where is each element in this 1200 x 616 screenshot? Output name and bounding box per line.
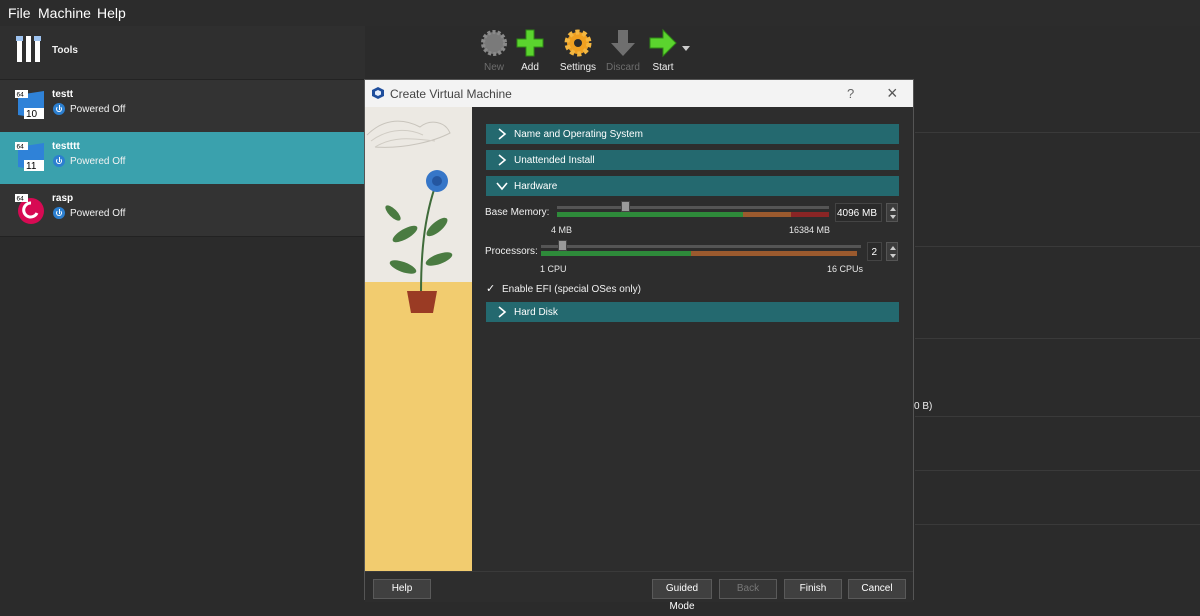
section-label: Unattended Install: [514, 155, 595, 166]
vm-item-testt[interactable]: 64 10 testt Powered Off: [0, 80, 365, 133]
vm-name: testttt: [52, 141, 80, 152]
illustration-floor: [365, 282, 472, 571]
chevron-right-icon: [498, 128, 507, 140]
start-button[interactable]: Start: [638, 26, 688, 73]
virtualbox-icon: [372, 87, 384, 99]
chevron-right-icon: [498, 306, 507, 318]
section-unattended[interactable]: Unattended Install: [486, 150, 899, 170]
processors-scale-safe: [541, 251, 691, 256]
svg-text:11: 11: [26, 161, 37, 172]
start-label: Start: [652, 62, 674, 73]
efi-label: Enable EFI (special OSes only): [502, 284, 641, 295]
chevron-down-icon: [496, 182, 508, 191]
processors-slider-handle[interactable]: [558, 240, 568, 251]
vm-name: testt: [52, 89, 74, 100]
guided-mode-button[interactable]: Guided Mode: [652, 579, 712, 612]
dialog-button-bar: Help Guided Mode Back Finish Cancel: [365, 571, 913, 612]
add-icon: [516, 29, 544, 57]
gear-icon: [564, 29, 592, 57]
memory-value-field[interactable]: 4096 MB: [835, 203, 882, 222]
memory-scale-warn: [743, 212, 791, 217]
power-off-icon: [53, 207, 65, 219]
section-label: Name and Operating System: [514, 129, 643, 140]
section-label: Hardware: [514, 181, 558, 192]
settings-label: Settings: [559, 62, 597, 73]
power-off-icon: [53, 103, 65, 115]
potted-flower-icon: [385, 170, 453, 313]
back-button[interactable]: Back: [719, 579, 777, 599]
details-pane: [915, 79, 1200, 600]
menu-file[interactable]: File: [8, 5, 31, 21]
processors-max-label: 16 CPUs: [827, 264, 864, 274]
svg-text:64: 64: [17, 92, 25, 99]
memory-slider-handle[interactable]: [621, 201, 630, 212]
base-memory-label: Base Memory:: [485, 207, 550, 218]
tools-label: Tools: [52, 45, 78, 56]
processors-spinner[interactable]: [886, 242, 898, 261]
close-icon[interactable]: ×: [887, 83, 898, 104]
dialog-titlebar: Create Virtual Machine ? ×: [365, 80, 913, 107]
power-off-icon: [53, 155, 65, 167]
vm-list-pane: Tools 64 10 testt Powered Off 64 11 test…: [0, 26, 365, 600]
arrow-right-icon: [649, 28, 677, 58]
windows-11-icon: 64 11: [15, 142, 44, 172]
add-label: Add: [521, 62, 539, 73]
processors-slider-track[interactable]: [541, 245, 861, 248]
memory-slider-track[interactable]: [557, 206, 829, 209]
vm-item-testttt[interactable]: 64 11 testttt Powered Off: [0, 132, 365, 185]
svg-text:64: 64: [17, 196, 25, 203]
main-toolbar: New Add Settings Discard Start: [472, 26, 702, 76]
vm-state: Powered Off: [70, 104, 126, 115]
dialog-title: Create Virtual Machine: [390, 87, 512, 101]
finish-button[interactable]: Finish: [784, 579, 842, 599]
memory-scale-danger: [791, 212, 829, 217]
divider: [915, 416, 1200, 417]
add-button[interactable]: Add: [505, 26, 555, 73]
divider: [915, 246, 1200, 247]
section-name-os[interactable]: Name and Operating System: [486, 124, 899, 144]
settings-button[interactable]: Settings: [553, 26, 603, 73]
tools-item[interactable]: Tools: [0, 26, 365, 80]
divider: [915, 338, 1200, 339]
memory-max-label: 16384 MB: [789, 225, 831, 235]
section-hard-disk[interactable]: Hard Disk: [486, 302, 899, 322]
processors-value-field[interactable]: 2: [867, 242, 882, 261]
vm-item-rasp[interactable]: 64 rasp Powered Off: [0, 184, 365, 237]
chevron-down-icon[interactable]: [682, 46, 690, 52]
svg-text:64: 64: [17, 144, 25, 151]
vm-state: Powered Off: [70, 208, 126, 219]
processors-scale-warn: [691, 251, 857, 256]
tools-icon: [16, 36, 41, 62]
menu-help[interactable]: Help: [97, 5, 126, 21]
help-icon[interactable]: ?: [847, 86, 854, 101]
divider: [915, 470, 1200, 471]
details-partial-text: 0 B): [914, 401, 933, 412]
vm-state: Powered Off: [70, 156, 126, 167]
debian-icon: 64: [15, 194, 44, 224]
memory-scale-safe: [557, 212, 743, 217]
memory-min-label: 4 MB: [551, 225, 573, 235]
divider: [915, 132, 1200, 133]
menu-bar: File Machine Help: [0, 0, 1200, 26]
create-vm-dialog: Create Virtual Machine ? × Name and Oper…: [364, 79, 914, 612]
chevron-right-icon: [498, 154, 507, 166]
help-button[interactable]: Help: [373, 579, 431, 599]
divider: [915, 524, 1200, 525]
menu-machine[interactable]: Machine: [38, 5, 91, 21]
arrow-down-icon: [611, 30, 635, 56]
efi-checkbox[interactable]: ✓: [486, 282, 495, 295]
windows-10-icon: 64 10: [15, 90, 44, 120]
svg-text:10: 10: [26, 109, 38, 120]
processors-min-label: 1 CPU: [540, 264, 567, 274]
processors-label: Processors:: [485, 246, 538, 257]
wizard-illustration: [365, 107, 472, 571]
section-label: Hard Disk: [514, 307, 558, 318]
vm-name: rasp: [52, 193, 74, 204]
memory-spinner[interactable]: [886, 203, 898, 222]
cancel-button[interactable]: Cancel: [848, 579, 906, 599]
section-hardware[interactable]: Hardware: [486, 176, 899, 196]
